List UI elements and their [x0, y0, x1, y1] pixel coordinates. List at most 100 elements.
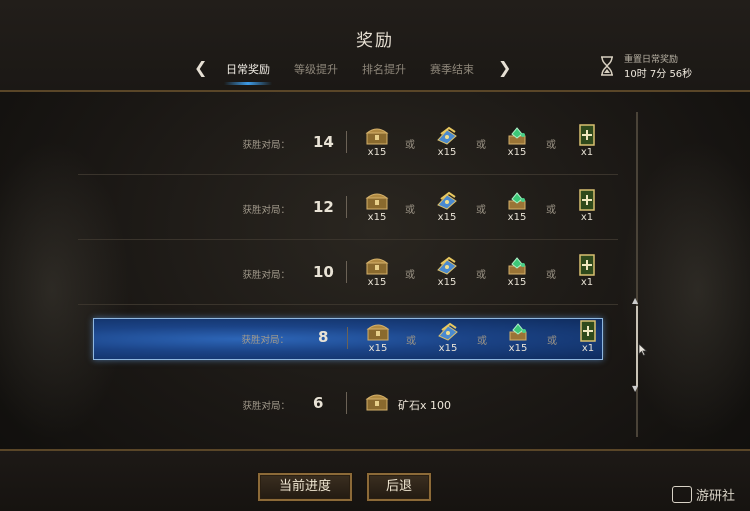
page-title: 奖励 — [356, 31, 394, 51]
row-divider — [346, 131, 347, 153]
or-text: 或 — [476, 270, 486, 281]
reward-quantity: x15 — [508, 343, 528, 354]
or-text: 或 — [476, 205, 486, 216]
header: 奖励 ❮ 日常奖励 等级提升 排名提升 赛季结束 ❯ 重置日常奖励 10时 7分… — [0, 0, 750, 92]
row-label: 获胜对局： — [242, 140, 290, 151]
tab-rank-up[interactable]: 排名提升 — [362, 61, 406, 77]
or-text: 或 — [405, 270, 415, 281]
tab-bar: 日常奖励 等级提升 排名提升 赛季结束 — [224, 61, 474, 85]
ore-reward-label: 矿石x 100 — [398, 399, 452, 412]
reward-card[interactable]: x1 — [572, 254, 602, 288]
reward-row[interactable]: 获胜对局： 12 x15 或 x15 或 x15 或 x1 — [78, 177, 618, 240]
tab-level-up[interactable]: 等级提升 — [294, 61, 338, 77]
card-pack-icon — [437, 191, 457, 210]
reward-row[interactable]: 获胜对局： 6 矿石x 100 — [78, 373, 618, 435]
reward-row[interactable]: 获胜对局： 10 x15 或 x15 或 x15 或 x1 — [78, 242, 618, 305]
reward-card[interactable]: x1 — [572, 124, 602, 158]
reward-card[interactable]: x1 — [573, 320, 603, 354]
reward-ore-chest[interactable] — [362, 392, 392, 412]
reward-card-pack[interactable]: x15 — [432, 126, 462, 158]
watermark-logo-icon — [672, 486, 692, 503]
reward-chest[interactable]: x15 — [362, 191, 392, 223]
or-text: 或 — [546, 140, 556, 151]
reward-quantity: x15 — [437, 277, 457, 288]
chest-icon — [365, 258, 389, 275]
reward-quantity: x15 — [438, 343, 458, 354]
chest-icon — [365, 394, 389, 411]
chest-icon — [365, 193, 389, 210]
tab-prev-arrow-icon[interactable]: ❮ — [194, 58, 207, 77]
row-win-count: 14 — [313, 133, 334, 151]
row-label: 获胜对局： — [242, 401, 290, 412]
reward-chest[interactable]: x15 — [363, 322, 393, 354]
reward-quantity: x15 — [507, 147, 527, 158]
tab-season-end[interactable]: 赛季结束 — [430, 61, 474, 77]
reward-card-pack[interactable]: x15 — [433, 322, 463, 354]
reward-quantity: x15 — [367, 147, 387, 158]
row-label: 获胜对局： — [241, 335, 289, 346]
or-text: 或 — [546, 270, 556, 281]
reward-quantity: x15 — [507, 277, 527, 288]
row-label: 获胜对局： — [242, 205, 290, 216]
card-plus-icon — [579, 254, 595, 276]
reward-quantity: x15 — [437, 212, 457, 223]
reward-quantity: x1 — [580, 277, 594, 288]
reward-gem-basket[interactable]: x15 — [502, 191, 532, 223]
reward-quantity: x15 — [368, 343, 388, 354]
gem-basket-icon — [509, 323, 527, 341]
gem-basket-icon — [508, 192, 526, 210]
reward-card[interactable]: x1 — [572, 189, 602, 223]
gem-basket-icon — [508, 257, 526, 275]
or-text: 或 — [405, 205, 415, 216]
chest-icon — [365, 128, 389, 145]
scroll-up-icon[interactable]: ▲ — [632, 296, 638, 305]
reward-chest[interactable]: x15 — [362, 256, 392, 288]
background-figure-right — [620, 140, 750, 440]
back-button[interactable]: 后退 — [367, 473, 431, 501]
card-pack-icon — [438, 322, 458, 341]
watermark-text: 游研社 — [696, 489, 736, 504]
reward-row-selected[interactable]: 获胜对局： 8 x15 或 x15 或 x15 或 x1 — [93, 318, 603, 360]
card-plus-icon — [579, 189, 595, 211]
mouse-cursor-icon — [638, 343, 648, 356]
gem-basket-icon — [508, 127, 526, 145]
or-text: 或 — [477, 336, 487, 347]
reward-quantity: x15 — [367, 277, 387, 288]
row-divider — [346, 196, 347, 218]
reward-quantity: x1 — [580, 147, 594, 158]
row-divider — [346, 392, 347, 414]
or-text: 或 — [547, 336, 557, 347]
or-text: 或 — [406, 336, 416, 347]
row-win-count: 12 — [313, 198, 334, 216]
row-win-count: 10 — [313, 263, 334, 281]
current-progress-button[interactable]: 当前进度 — [258, 473, 352, 501]
reward-card-pack[interactable]: x15 — [432, 256, 462, 288]
tab-daily-rewards[interactable]: 日常奖励 — [224, 61, 272, 85]
reset-label: 重置日常奖励 — [624, 55, 679, 65]
row-win-count: 8 — [318, 328, 329, 346]
reward-quantity: x15 — [437, 147, 457, 158]
reward-card-pack[interactable]: x15 — [432, 191, 462, 223]
scroll-down-icon[interactable]: ▼ — [632, 384, 638, 393]
row-divider — [347, 327, 348, 349]
or-text: 或 — [405, 140, 415, 151]
reward-gem-basket[interactable]: x15 — [502, 256, 532, 288]
reward-row[interactable]: 获胜对局： 14 x15 或 x15 或 x15 或 x1 — [78, 112, 618, 175]
tab-next-arrow-icon[interactable]: ❯ — [498, 58, 511, 77]
reward-gem-basket[interactable]: x15 — [503, 322, 533, 354]
chest-icon — [366, 324, 390, 341]
reward-quantity: x1 — [580, 212, 594, 223]
reward-chest[interactable]: x15 — [362, 126, 392, 158]
reward-quantity: x15 — [367, 212, 387, 223]
reward-gem-basket[interactable]: x15 — [502, 126, 532, 158]
card-pack-icon — [437, 126, 457, 145]
or-text: 或 — [476, 140, 486, 151]
row-divider — [346, 261, 347, 283]
card-plus-icon — [579, 124, 595, 146]
card-pack-icon — [437, 256, 457, 275]
reward-quantity: x15 — [507, 212, 527, 223]
reward-quantity: x1 — [581, 343, 595, 354]
card-plus-icon — [580, 320, 596, 342]
hourglass-icon — [601, 56, 613, 76]
reset-time: 10时 7分 56秒 — [624, 69, 693, 80]
